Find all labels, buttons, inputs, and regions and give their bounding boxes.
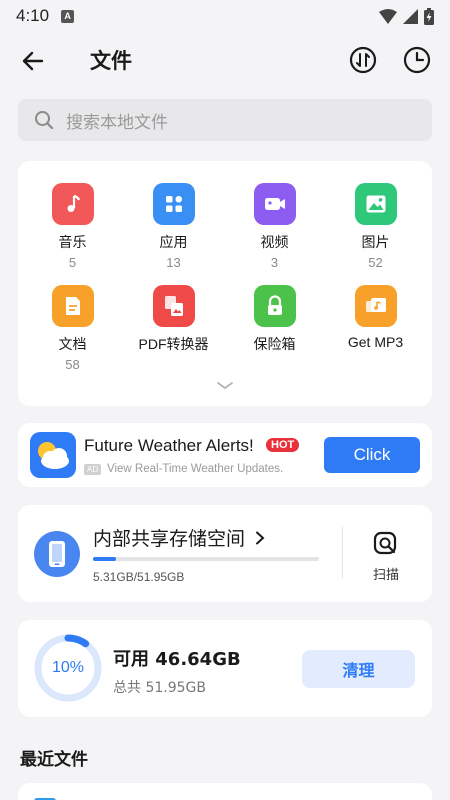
category-count: 13 bbox=[166, 255, 181, 270]
category-count: 58 bbox=[65, 357, 80, 372]
recent-files-heading: 最近文件 bbox=[20, 750, 88, 770]
recent-files-card[interactable] bbox=[18, 783, 432, 800]
search-placeholder: 搜索本地文件 bbox=[66, 112, 168, 133]
category-get-mp3[interactable]: Get MP3 bbox=[324, 285, 427, 350]
storage-progress-bar bbox=[93, 557, 319, 561]
lock-icon bbox=[253, 285, 296, 327]
phone-icon bbox=[34, 531, 80, 577]
weather-cloud-icon bbox=[30, 432, 76, 478]
total-space: 总共 51.95GB bbox=[113, 680, 206, 696]
category-label: 视频 bbox=[260, 235, 289, 251]
storage-title: 内部共享存储空间 bbox=[93, 528, 246, 550]
category-music[interactable]: 音乐 5 bbox=[21, 183, 124, 270]
chevron-down-icon[interactable] bbox=[215, 379, 235, 393]
pdf-converter-icon bbox=[152, 285, 195, 327]
ad-click-button[interactable]: Click bbox=[324, 437, 420, 473]
category-count: 3 bbox=[270, 255, 279, 270]
category-label: 保险箱 bbox=[253, 337, 296, 353]
clock-icon bbox=[403, 46, 431, 74]
category-label: 音乐 bbox=[58, 235, 87, 251]
hot-badge: HOT bbox=[266, 438, 300, 452]
image-icon bbox=[354, 183, 397, 225]
category-label: PDF转换器 bbox=[138, 336, 209, 352]
app-bar: 文件 bbox=[0, 32, 450, 88]
history-button[interactable] bbox=[402, 45, 432, 75]
available-space: 可用 46.64GB bbox=[113, 649, 241, 670]
category-documents[interactable]: 文档 58 bbox=[21, 285, 124, 372]
scan-button[interactable]: 扫描 bbox=[366, 530, 406, 583]
ad-subtitle: View Real-Time Weather Updates. bbox=[107, 463, 284, 475]
status-icons bbox=[379, 7, 434, 25]
category-count: 52 bbox=[368, 255, 383, 270]
category-images[interactable]: 图片 52 bbox=[324, 183, 427, 270]
ad-title: Future Weather Alerts! bbox=[84, 436, 254, 455]
arrow-left-icon bbox=[22, 51, 44, 71]
category-safe-box[interactable]: 保险箱 bbox=[223, 285, 326, 354]
storage-title-row[interactable]: 内部共享存储空间 bbox=[93, 524, 265, 551]
document-icon bbox=[51, 285, 94, 327]
sort-icon bbox=[349, 46, 377, 74]
status-time: 4:10 bbox=[16, 6, 50, 25]
category-label: 应用 bbox=[159, 235, 188, 251]
category-grid: 音乐 5 应用 13 视频 3 图片 52 文档 58 PDF转换器 保险箱 G… bbox=[18, 161, 432, 406]
category-apps[interactable]: 应用 13 bbox=[122, 183, 225, 270]
ad-banner[interactable]: Future Weather Alerts! HOT AD View Real-… bbox=[18, 423, 432, 487]
storage-size: 5.31GB/51.95GB bbox=[93, 570, 185, 584]
notification-icon: A bbox=[61, 9, 75, 23]
back-button[interactable] bbox=[18, 46, 48, 76]
battery-icon bbox=[424, 7, 434, 25]
divider bbox=[342, 527, 343, 579]
category-video[interactable]: 视频 3 bbox=[223, 183, 326, 270]
clean-button[interactable]: 清理 bbox=[302, 650, 415, 688]
usage-percent: 10% bbox=[51, 659, 85, 676]
apps-grid-icon bbox=[152, 183, 195, 225]
usage-card: 10% 可用 46.64GB 总共 51.95GB 清理 bbox=[18, 620, 432, 717]
search-bar[interactable]: 搜索本地文件 bbox=[18, 99, 432, 141]
storage-progress-fill bbox=[93, 557, 117, 561]
category-pdf-converter[interactable]: PDF转换器 bbox=[122, 285, 225, 354]
music-folder-icon bbox=[354, 285, 397, 327]
category-count: 5 bbox=[68, 255, 77, 270]
signal-icon bbox=[403, 8, 418, 24]
music-note-icon bbox=[51, 183, 94, 225]
ad-label: AD bbox=[84, 464, 102, 475]
search-icon bbox=[35, 111, 54, 130]
wifi-icon bbox=[379, 8, 397, 24]
page-title: 文件 bbox=[90, 49, 132, 73]
chevron-right-icon bbox=[256, 531, 265, 544]
video-icon bbox=[253, 183, 296, 225]
scan-label: 扫描 bbox=[372, 568, 399, 583]
scan-icon bbox=[373, 531, 397, 555]
category-label: 图片 bbox=[361, 235, 390, 251]
storage-card[interactable]: 内部共享存储空间 5.31GB/51.95GB 扫描 bbox=[18, 505, 432, 602]
category-label: Get MP3 bbox=[347, 334, 404, 350]
status-bar: 4:10 A bbox=[0, 0, 450, 32]
sort-button[interactable] bbox=[348, 45, 378, 75]
category-label: 文档 bbox=[58, 337, 87, 353]
